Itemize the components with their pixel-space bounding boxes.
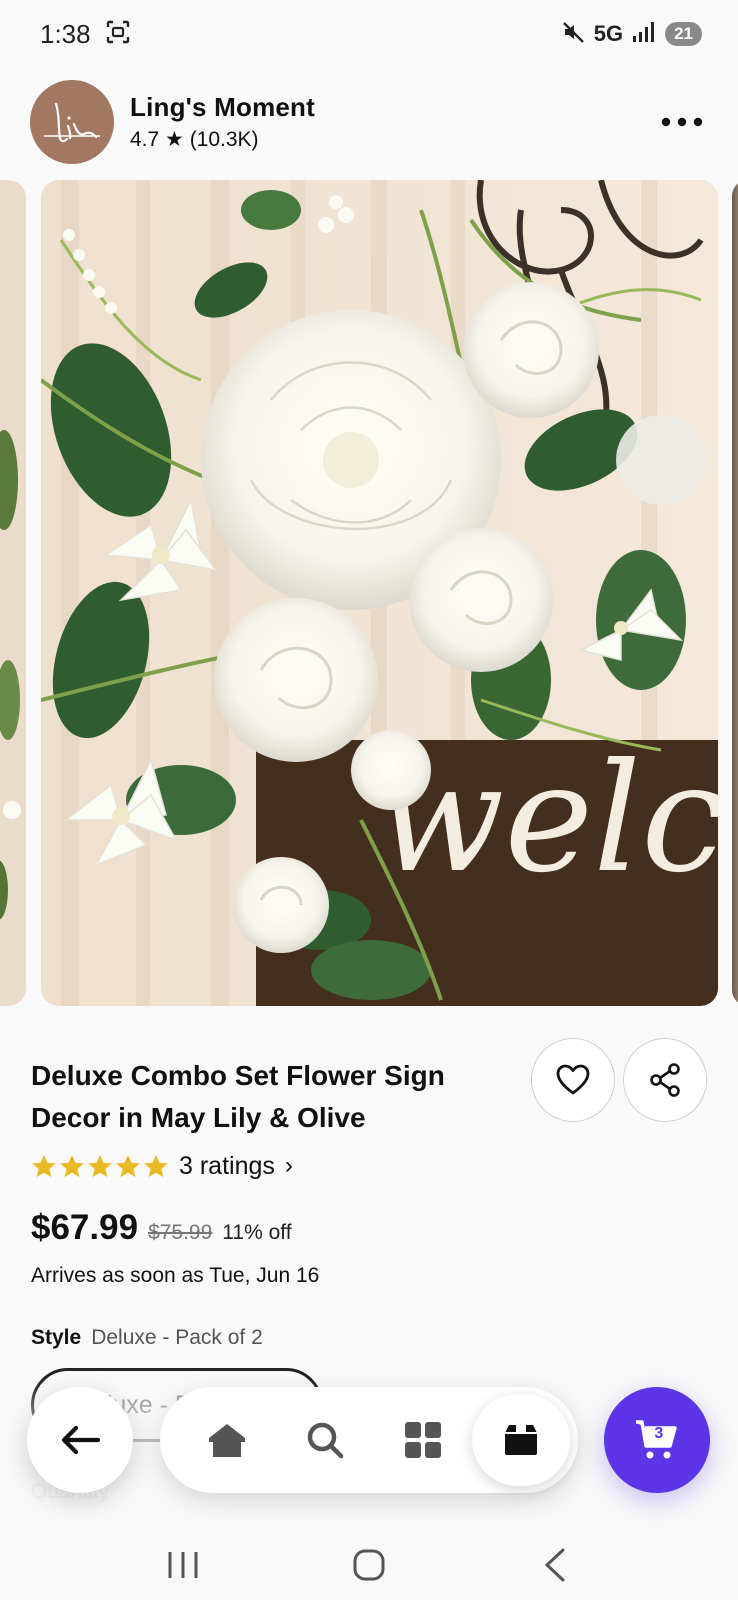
home-icon (209, 1424, 245, 1457)
signal-icon (631, 21, 657, 48)
heart-icon (556, 1064, 590, 1095)
screenshot-icon (105, 19, 131, 50)
recent-apps-button[interactable] (153, 1540, 213, 1590)
system-back-button[interactable] (525, 1540, 585, 1590)
carousel-next-image[interactable] (732, 180, 738, 1006)
carousel-previous-image[interactable] (0, 180, 26, 1006)
status-time: 1:38 (40, 18, 91, 49)
more-options-button[interactable] (654, 94, 710, 150)
star-icon (116, 1154, 140, 1177)
delivery-estimate: Arrives as soon as Tue, Jun 16 (31, 1264, 320, 1287)
style-value: Deluxe - Pack of 2 (91, 1326, 263, 1349)
categories-icon (405, 1422, 441, 1458)
nav-home[interactable] (178, 1392, 276, 1488)
ratings-row[interactable]: 3 ratings › (31, 1148, 293, 1184)
star-icon (60, 1154, 84, 1177)
style-label: Style (31, 1326, 82, 1349)
star-icon (88, 1154, 112, 1177)
recent-apps-icon (168, 1552, 198, 1578)
search-icon (307, 1422, 344, 1459)
price-row: $67.99 $75.99 11% off (31, 1208, 292, 1248)
current-price: $67.99 (31, 1208, 139, 1247)
bottom-nav (160, 1387, 578, 1493)
original-price: $75.99 (148, 1221, 213, 1244)
discount-label: 11% off (222, 1221, 292, 1244)
cart-button[interactable]: 3 (604, 1387, 710, 1493)
star-icon (144, 1154, 168, 1177)
product-image[interactable]: welco (41, 180, 718, 1006)
mute-icon (562, 20, 586, 49)
battery-indicator: 21 (665, 22, 702, 46)
network-label: 5G (593, 21, 624, 46)
chevron-right-icon: › (284, 1152, 293, 1179)
star-icon (32, 1154, 56, 1177)
system-nav-bar (0, 1530, 738, 1600)
shop-header: Ling's Moment 4.7 ★ (10.3K) (30, 80, 710, 164)
share-icon (650, 1063, 680, 1097)
nav-search[interactable] (276, 1392, 374, 1488)
status-bar: 1:38 5G 21 (0, 0, 738, 68)
product-title: Deluxe Combo Set Flower Sign Decor in Ma… (31, 1060, 445, 1133)
home-nav-button[interactable] (339, 1540, 399, 1590)
style-row: Style Deluxe - Pack of 2 (31, 1326, 263, 1350)
favorite-button[interactable] (531, 1038, 615, 1122)
box-icon (505, 1425, 537, 1455)
share-button[interactable] (623, 1038, 707, 1122)
star-rating (31, 1154, 169, 1179)
ratings-count[interactable]: 3 ratings (179, 1152, 275, 1181)
avatar[interactable] (30, 80, 114, 164)
home-circle-icon (353, 1549, 385, 1581)
shop-rating: 4.7 ★ (10.3K) (130, 128, 259, 151)
nav-categories[interactable] (374, 1392, 472, 1488)
shop-name[interactable]: Ling's Moment (130, 92, 315, 123)
nav-orders[interactable] (472, 1394, 570, 1486)
cart-count-badge: 3 (654, 1424, 664, 1442)
back-arrow-icon (61, 1425, 100, 1455)
back-button[interactable] (27, 1387, 133, 1493)
chevron-left-icon (544, 1548, 565, 1582)
more-icon (661, 117, 703, 127)
